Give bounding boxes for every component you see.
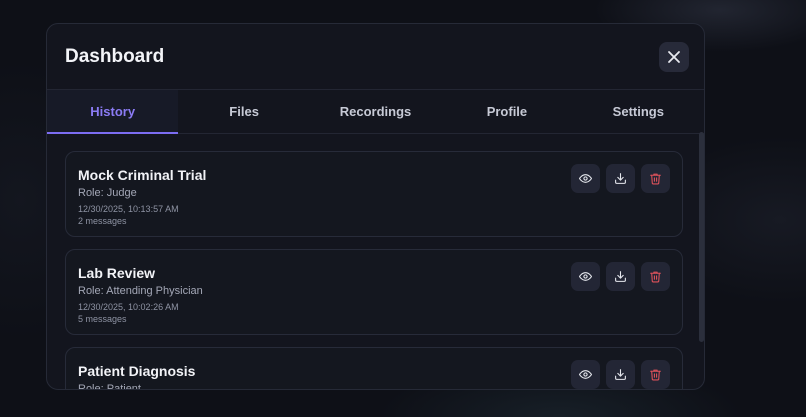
download-icon: [615, 271, 626, 282]
close-icon: [668, 51, 680, 63]
download-icon: [615, 173, 626, 184]
history-item-actions: [571, 360, 670, 389]
scrollbar-thumb[interactable]: [699, 132, 704, 342]
tab-bar: History Files Recordings Profile Setting…: [47, 89, 704, 134]
history-item-role: Role: Judge: [78, 187, 137, 199]
delete-button[interactable]: [641, 360, 670, 389]
tab-history[interactable]: History: [47, 90, 179, 134]
history-item-actions: [571, 164, 670, 193]
tab-recordings[interactable]: Recordings: [310, 90, 441, 133]
history-item-role: Role: Patient: [78, 383, 141, 390]
history-item-timestamp: 12/30/2025, 10:02:26 AM: [78, 302, 179, 312]
eye-icon: [579, 370, 592, 379]
history-item-timestamp: 12/30/2025, 10:13:57 AM: [78, 204, 179, 214]
download-button[interactable]: [606, 360, 635, 389]
history-item-title: Lab Review: [78, 265, 156, 281]
trash-icon: [650, 271, 661, 283]
view-button[interactable]: [571, 360, 600, 389]
history-item-title: Patient Diagnosis: [78, 363, 196, 379]
trash-icon: [650, 369, 661, 381]
modal-title: Dashboard: [65, 46, 165, 67]
tab-files[interactable]: Files: [178, 90, 309, 133]
tab-settings[interactable]: Settings: [573, 90, 704, 133]
view-button[interactable]: [571, 262, 600, 291]
history-item-actions: [571, 262, 670, 291]
history-item-title: Mock Criminal Trial: [78, 167, 207, 183]
dashboard-modal: Dashboard History Files Recordings Profi…: [46, 23, 705, 390]
delete-button[interactable]: [641, 262, 670, 291]
delete-button[interactable]: [641, 164, 670, 193]
eye-icon: [579, 272, 592, 281]
view-button[interactable]: [571, 164, 600, 193]
history-item-role: Role: Attending Physician: [78, 285, 203, 297]
tab-profile[interactable]: Profile: [441, 90, 572, 133]
history-item: Mock Criminal Trial Role: Judge 12/30/20…: [65, 151, 683, 237]
download-icon: [615, 369, 626, 380]
modal-header: Dashboard: [47, 24, 704, 89]
trash-icon: [650, 173, 661, 185]
close-button[interactable]: [659, 42, 689, 72]
download-button[interactable]: [606, 164, 635, 193]
history-item-message-count: 5 messages: [78, 314, 127, 324]
download-button[interactable]: [606, 262, 635, 291]
history-item-message-count: 2 messages: [78, 216, 127, 226]
history-item: Lab Review Role: Attending Physician 12/…: [65, 249, 683, 335]
eye-icon: [579, 174, 592, 183]
history-item: Patient Diagnosis Role: Patient: [65, 347, 683, 390]
